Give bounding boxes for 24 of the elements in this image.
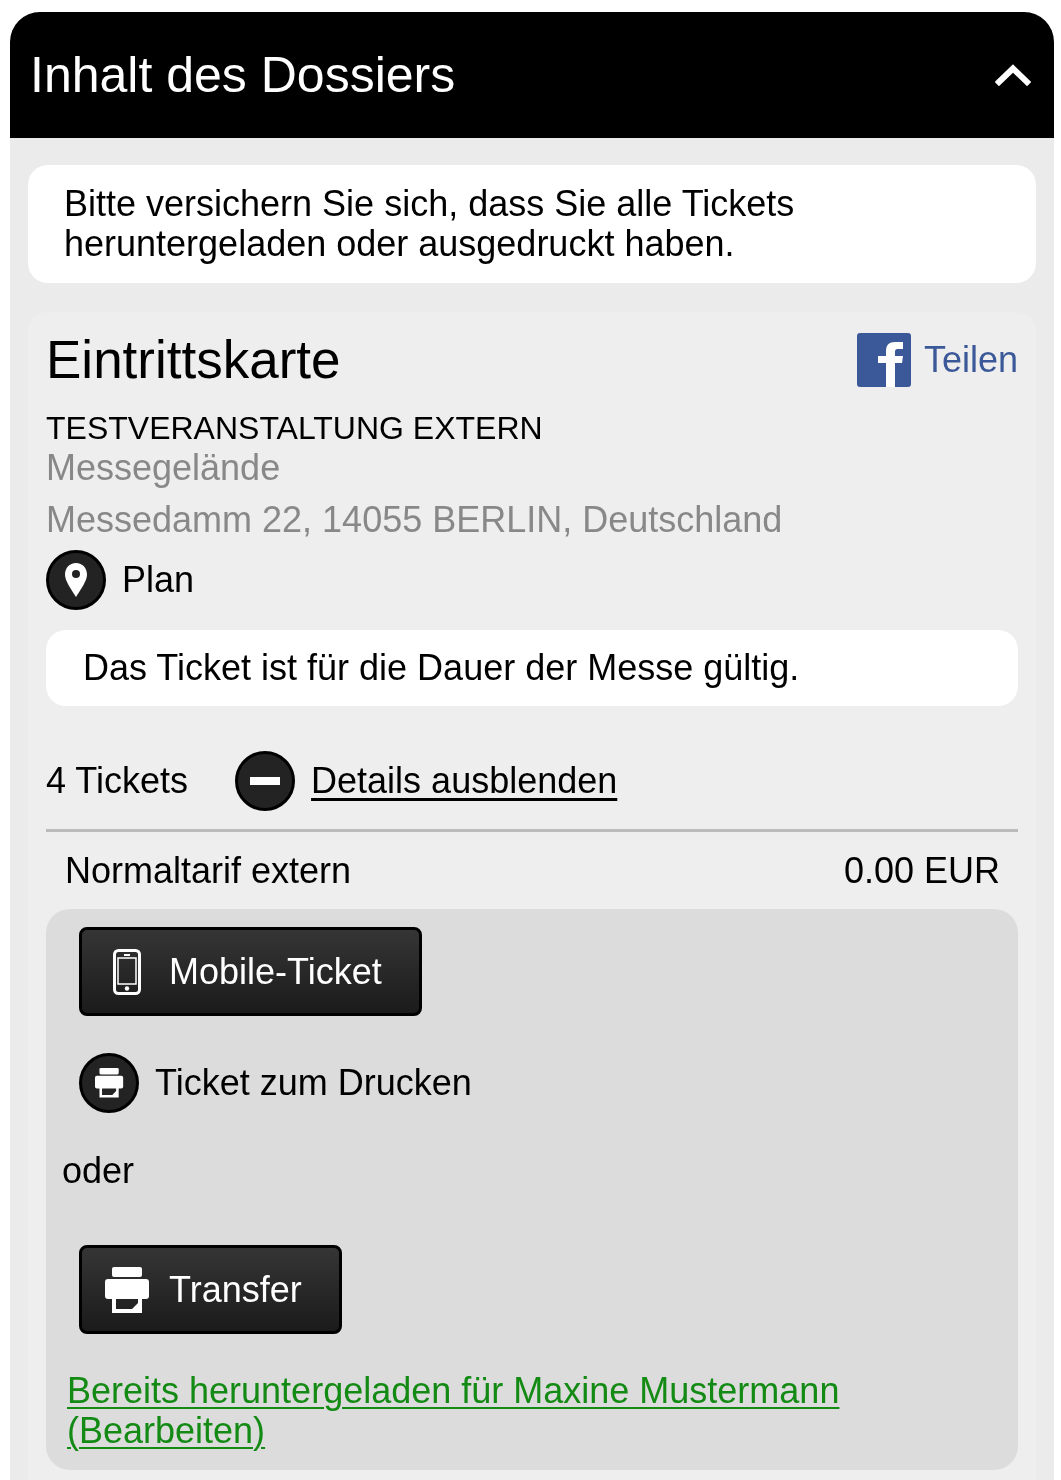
details-toggle[interactable]: Details ausblenden: [235, 751, 618, 811]
venue-address: Messedamm 22, 14055 BERLIN, Deutschland: [46, 500, 783, 540]
map-link[interactable]: Plan: [46, 550, 195, 610]
ticket-title: Eintrittskarte: [46, 330, 341, 390]
facebook-icon: [856, 333, 911, 387]
validity-note: Das Ticket ist für die Dauer der Messe gültig.: [46, 630, 1018, 706]
share-link[interactable]: Teilen: [856, 333, 1018, 387]
separator-text: oder: [62, 1151, 135, 1191]
printer-icon: [79, 1053, 139, 1113]
phone-icon: [113, 948, 141, 995]
ticket-count: 4 Tickets: [46, 761, 189, 801]
printer-icon: [105, 1266, 149, 1313]
event-name: TESTVERANSTALTUNG EXTERN: [46, 409, 543, 448]
minus-icon: [235, 751, 296, 811]
venue-name: Messegelände: [46, 448, 281, 488]
mobile-ticket-button[interactable]: Mobile-Ticket: [79, 927, 422, 1016]
tariff-name: Normaltarif extern: [65, 851, 352, 891]
chevron-icon: [995, 64, 1031, 86]
notice-message: Bitte versichern Sie sich, dass Sie alle Tickets heruntergeladen oder ausgedruckt haben.: [28, 165, 1036, 283]
tariff-price: 0.00 EUR: [843, 851, 1000, 891]
transfer-button[interactable]: Transfer: [79, 1245, 342, 1334]
header-title: Inhalt des Dossiers: [30, 46, 456, 105]
print-ticket-link[interactable]: Ticket zum Drucken: [79, 1053, 472, 1113]
map-pin-icon: [46, 550, 106, 610]
